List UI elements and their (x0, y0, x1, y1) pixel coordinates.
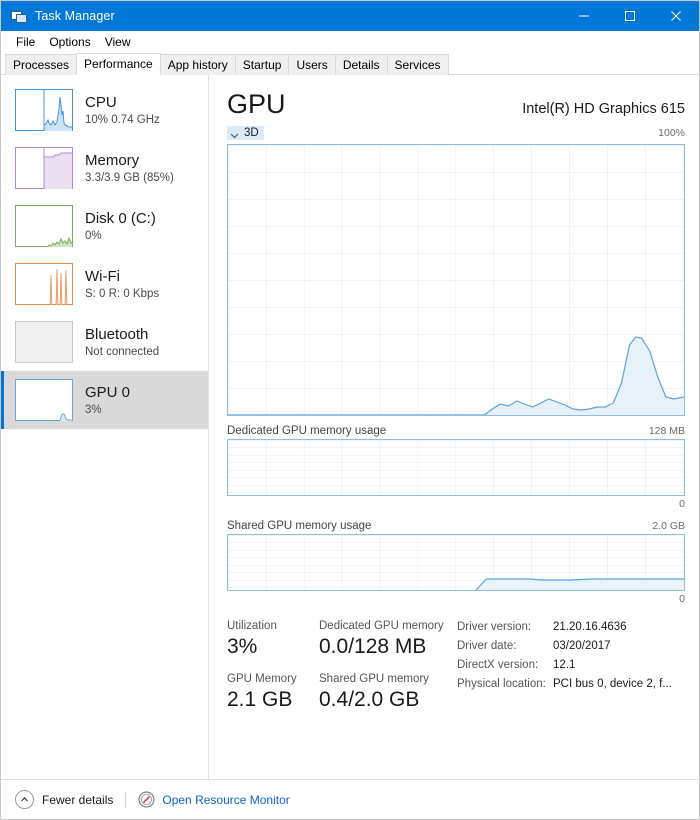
tab-processes[interactable]: Processes (5, 54, 78, 75)
chevron-down-icon (229, 128, 240, 139)
sidebar-item-memory-sub: 3.3/3.9 GB (85%) (85, 171, 174, 184)
sidebar-item-memory[interactable]: Memory 3.3/3.9 GB (85%) (1, 139, 208, 197)
engine-axis-max: 100% (658, 127, 685, 139)
gpu-stats: Utilization 3% GPU Memory 2.1 GB Dedicat… (227, 618, 685, 713)
gpu-memory-value: 2.1 GB (227, 688, 293, 711)
dedicated-memory-min: 0 (679, 498, 685, 510)
menu-options[interactable]: Options (42, 31, 97, 53)
sidebar-item-wifi-title: Wi-Fi (85, 267, 120, 285)
dedicated-memory-label: Dedicated GPU memory usage (227, 425, 387, 437)
sidebar-item-bluetooth-title: Bluetooth (85, 325, 149, 343)
sidebar-item-cpu-sub: 10% 0.74 GHz (85, 113, 160, 126)
engine-label: 3D (244, 127, 259, 139)
directx-version-label: DirectX version: (457, 659, 539, 671)
tab-details[interactable]: Details (334, 54, 388, 75)
memory-thumbnail-graph (15, 147, 73, 189)
sidebar-item-bluetooth-sub: Not connected (85, 345, 160, 358)
wifi-thumbnail-graph (15, 263, 73, 305)
driver-date-value: 03/20/2017 (553, 640, 611, 652)
resource-monitor-icon (138, 791, 155, 808)
performance-sidebar: CPU 10% 0.74 GHz Memory 3.3/3.9 GB (85%) (1, 75, 209, 779)
sidebar-item-memory-text: Memory 3.3/3.9 GB (85%) (85, 151, 174, 186)
dedicated-memory-graph (227, 439, 685, 496)
tab-services[interactable]: Services (386, 54, 449, 75)
sidebar-item-bluetooth-text: Bluetooth Not connected (85, 325, 159, 360)
dedicated-memory-header: Dedicated GPU memory usage 128 MB (227, 425, 685, 437)
maximize-button[interactable] (607, 1, 653, 31)
engine-dropdown[interactable]: 3D (227, 126, 264, 140)
page-title: GPU (227, 89, 286, 119)
driver-version-label: Driver version: (457, 621, 532, 633)
sidebar-item-gpu-sub: 3% (85, 403, 102, 416)
chevron-up-icon[interactable] (15, 790, 34, 809)
fewer-details-button[interactable]: Fewer details (42, 793, 113, 807)
shared-memory-min: 0 (679, 593, 685, 605)
driver-version-value: 21.20.16.4636 (553, 621, 627, 633)
shared-stat-value: 0.4/2.0 GB (319, 688, 420, 711)
menu-bar: File Options View (1, 31, 699, 53)
stats-column-left: Utilization 3% GPU Memory 2.1 GB (227, 618, 319, 713)
driver-date-label: Driver date: (457, 640, 517, 652)
sidebar-item-disk-sub: 0% (85, 229, 102, 242)
sidebar-item-gpu-title: GPU 0 (85, 383, 131, 401)
task-manager-window: Task Manager File Options View Processes… (0, 0, 700, 820)
gpu-memory-label: GPU Memory (227, 673, 297, 685)
tab-app-history[interactable]: App history (159, 54, 236, 75)
minimize-button[interactable] (561, 1, 607, 31)
shared-memory-label: Shared GPU memory usage (227, 520, 372, 532)
sidebar-item-gpu[interactable]: GPU 0 3% (1, 371, 208, 429)
menu-file[interactable]: File (9, 31, 42, 53)
dedicated-stat-label: Dedicated GPU memory (319, 620, 444, 632)
engine-selector-row: 3D 100% (227, 125, 685, 141)
sidebar-item-memory-title: Memory (85, 151, 140, 169)
tab-startup[interactable]: Startup (234, 54, 290, 75)
sidebar-item-cpu-text: CPU 10% 0.74 GHz (85, 93, 160, 128)
utilization-label: Utilization (227, 620, 277, 632)
sidebar-item-cpu[interactable]: CPU 10% 0.74 GHz (1, 81, 208, 139)
cpu-thumbnail-graph (15, 89, 73, 131)
directx-version-value: 12.1 (553, 659, 576, 671)
window-title: Task Manager (35, 9, 115, 23)
sidebar-item-wifi-sub: S: 0 R: 0 Kbps (85, 287, 160, 300)
physical-location-label: Physical location: (457, 678, 546, 690)
tab-users[interactable]: Users (288, 54, 336, 75)
status-bar: Fewer details Open Resource Monitor (1, 779, 699, 819)
gpu-header: GPU Intel(R) HD Graphics 615 (227, 89, 685, 119)
gpu-device-name: Intel(R) HD Graphics 615 (522, 101, 685, 117)
sidebar-item-cpu-title: CPU (85, 93, 117, 111)
sidebar-item-bluetooth[interactable]: Bluetooth Not connected (1, 313, 208, 371)
close-button[interactable] (653, 1, 699, 31)
content-area: CPU 10% 0.74 GHz Memory 3.3/3.9 GB (85%) (1, 75, 699, 779)
task-manager-icon (11, 8, 27, 24)
disk-thumbnail-graph (15, 205, 73, 247)
bluetooth-thumbnail-graph (15, 321, 73, 363)
engine-utilization-graph (227, 144, 685, 416)
dedicated-stat-value: 0.0/128 MB (319, 635, 427, 658)
shared-memory-header: Shared GPU memory usage 2.0 GB (227, 520, 685, 532)
driver-info: Driver version: 21.20.16.4636 Driver dat… (457, 618, 685, 713)
shared-memory-max: 2.0 GB (652, 520, 685, 532)
sidebar-item-disk[interactable]: Disk 0 (C:) 0% (1, 197, 208, 255)
stats-column-middle: Dedicated GPU memory 0.0/128 MB Shared G… (319, 618, 457, 713)
sidebar-item-disk-title: Disk 0 (C:) (85, 209, 156, 227)
utilization-value: 3% (227, 635, 258, 658)
shared-stat-label: Shared GPU memory (319, 673, 429, 685)
tab-performance[interactable]: Performance (76, 53, 161, 75)
sidebar-item-disk-text: Disk 0 (C:) 0% (85, 209, 156, 244)
tab-bar: Processes Performance App history Startu… (1, 53, 699, 75)
sidebar-item-gpu-text: GPU 0 3% (85, 383, 130, 418)
status-divider (125, 791, 127, 808)
sidebar-item-wifi[interactable]: Wi-Fi S: 0 R: 0 Kbps (1, 255, 208, 313)
physical-location-value: PCI bus 0, device 2, f... (553, 678, 672, 690)
sidebar-item-wifi-text: Wi-Fi S: 0 R: 0 Kbps (85, 267, 159, 302)
open-resource-monitor-link[interactable]: Open Resource Monitor (162, 793, 289, 807)
menu-view[interactable]: View (98, 31, 138, 53)
shared-memory-graph (227, 534, 685, 591)
title-bar: Task Manager (1, 1, 699, 31)
gpu-detail-panel: GPU Intel(R) HD Graphics 615 3D 100% Ded… (209, 75, 699, 779)
gpu-thumbnail-graph (15, 379, 73, 421)
dedicated-memory-max: 128 MB (648, 425, 685, 437)
